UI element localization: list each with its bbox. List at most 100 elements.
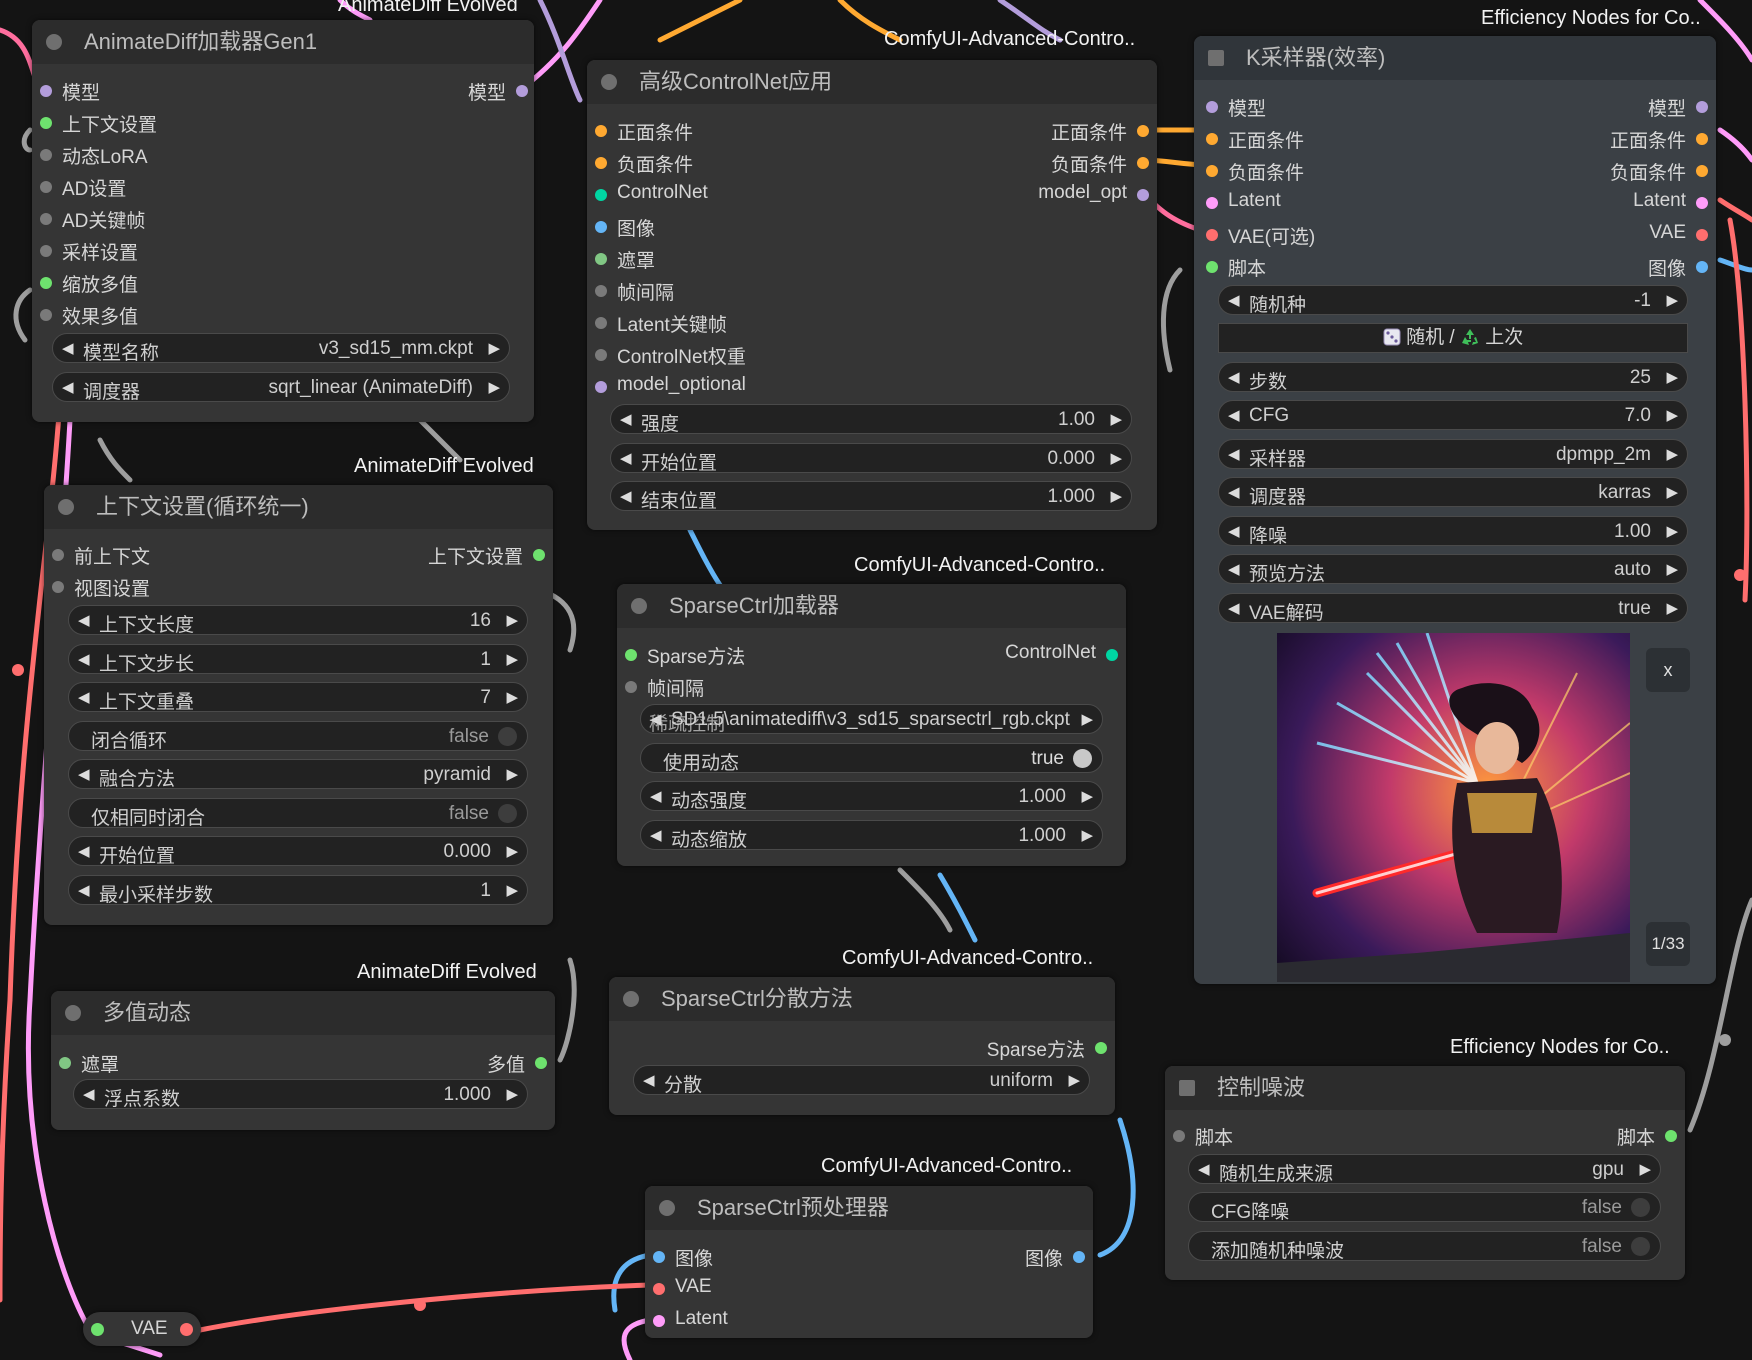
arrow-left-icon[interactable]: ◀	[620, 410, 632, 428]
arrow-left-icon[interactable]: ◀	[78, 881, 90, 899]
input-slot-vae[interactable]: VAE	[653, 1276, 712, 1298]
input-slot-scale-multival[interactable]: 缩放多值	[40, 270, 138, 297]
input-slot-cn-weights[interactable]: ControlNet权重	[595, 342, 746, 369]
input-slot-timestep[interactable]: 帧间隔	[625, 674, 704, 701]
output-slot-latent[interactable]: Latent	[1633, 190, 1708, 212]
input-slot-latent[interactable]: Latent	[653, 1308, 728, 1330]
vae-decode-combo[interactable]: ◀ VAE解码 true ▶	[1218, 593, 1688, 624]
cfg-denoise-toggle[interactable]: CFG降噪 false	[1188, 1192, 1661, 1223]
output-slot-model[interactable]: 模型	[1648, 94, 1708, 121]
arrow-left-icon[interactable]: ◀	[650, 787, 662, 805]
context-options-node[interactable]: 上下文设置(循环统一) 前上下文 上下文设置 视图设置 ◀ 上下文长度 16 ▶ ◀ 上…	[44, 485, 553, 925]
output-slot-image[interactable]: 图像	[1025, 1244, 1085, 1271]
arrow-right-icon[interactable]: ▶	[1666, 560, 1678, 578]
motion-strength-field[interactable]: ◀ 动态强度 1.000 ▶	[640, 781, 1103, 812]
arrow-right-icon[interactable]: ▶	[1666, 291, 1678, 309]
input-slot-sample-settings[interactable]: 采样设置	[40, 238, 138, 265]
input-slot-model-optional[interactable]: model_optional	[595, 374, 746, 396]
context-overlap-field[interactable]: ◀ 上下文重叠 7 ▶	[68, 682, 528, 713]
input-slot-prev-context[interactable]: 前上下文	[52, 542, 150, 569]
arrow-right-icon[interactable]: ▶	[1081, 710, 1093, 728]
arrow-right-icon[interactable]: ▶	[1666, 445, 1678, 463]
ksampler-efficient-node[interactable]: K采样器(效率) 模型 模型 正面条件 正面条件 负面条件 负面条件 Laten…	[1194, 36, 1716, 984]
min-steps-field[interactable]: ◀ 最小采样步数 1 ▶	[68, 875, 528, 906]
sync-close-toggle[interactable]: 仅相同时闭合 false	[68, 798, 528, 829]
arrow-left-icon[interactable]: ◀	[650, 826, 662, 844]
collapse-dot-icon[interactable]	[601, 74, 617, 90]
seed-mode-button[interactable]: 随机 / 上次	[1218, 323, 1688, 353]
arrow-right-icon[interactable]: ▶	[1068, 1071, 1080, 1089]
collapse-dot-icon[interactable]	[65, 1005, 81, 1021]
input-slot-positive[interactable]: 正面条件	[1206, 126, 1304, 153]
close-preview-button[interactable]: x	[1646, 648, 1690, 692]
collapse-dot-icon[interactable]	[659, 1200, 675, 1216]
input-slot-effect-multival[interactable]: 效果多值	[40, 302, 138, 329]
output-pin-icon[interactable]	[180, 1323, 193, 1336]
preview-method-combo[interactable]: ◀ 预览方法 auto ▶	[1218, 554, 1688, 585]
arrow-left-icon[interactable]: ◀	[78, 650, 90, 668]
rng-source-combo[interactable]: ◀ 随机生成来源 gpu ▶	[1188, 1154, 1661, 1185]
arrow-right-icon[interactable]: ▶	[1666, 368, 1678, 386]
arrow-right-icon[interactable]: ▶	[1666, 522, 1678, 540]
input-slot-latent[interactable]: Latent	[1206, 190, 1281, 212]
node-title-bar[interactable]: SparseCtrl加载器	[617, 584, 1126, 628]
arrow-left-icon[interactable]: ◀	[78, 611, 90, 629]
arrow-right-icon[interactable]: ▶	[1081, 826, 1093, 844]
preview-image[interactable]	[1277, 633, 1630, 982]
context-stride-field[interactable]: ◀ 上下文步长 1 ▶	[68, 644, 528, 675]
arrow-right-icon[interactable]: ▶	[506, 688, 518, 706]
noise-control-node[interactable]: 控制噪波 脚本 脚本 ◀ 随机生成来源 gpu ▶ CFG降噪 false 添加随机种噪…	[1165, 1066, 1685, 1280]
collapse-dot-icon[interactable]	[58, 499, 74, 515]
sparsectrl-spread-method-node[interactable]: SparseCtrl分散方法 Sparse方法 ◀ 分散 uniform ▶	[609, 977, 1115, 1115]
input-slot-image[interactable]: 图像	[595, 214, 655, 241]
output-slot-positive[interactable]: 正面条件	[1610, 126, 1708, 153]
output-slot-model[interactable]: 模型	[468, 78, 528, 105]
add-seed-noise-toggle[interactable]: 添加随机种噪波 false	[1188, 1231, 1661, 1262]
arrow-left-icon[interactable]: ◀	[1228, 560, 1240, 578]
input-slot-context[interactable]: 上下文设置	[40, 110, 157, 137]
arrow-left-icon[interactable]: ◀	[1228, 599, 1240, 617]
end-percent-field[interactable]: ◀ 结束位置 1.000 ▶	[610, 481, 1132, 512]
context-length-field[interactable]: ◀ 上下文长度 16 ▶	[68, 605, 528, 636]
strength-field[interactable]: ◀ 强度 1.00 ▶	[610, 404, 1132, 435]
sampler-combo[interactable]: ◀ 采样器 dpmpp_2m ▶	[1218, 439, 1688, 470]
arrow-right-icon[interactable]: ▶	[488, 339, 500, 357]
output-slot-context[interactable]: 上下文设置	[428, 542, 545, 569]
collapse-dot-icon[interactable]	[631, 598, 647, 614]
arrow-left-icon[interactable]: ◀	[1228, 368, 1240, 386]
input-slot-model[interactable]: 模型	[1206, 94, 1266, 121]
input-slot-timestep-kf[interactable]: 帧间隔	[595, 278, 674, 305]
collapse-dot-icon[interactable]	[1208, 50, 1224, 66]
denoise-field[interactable]: ◀ 降噪 1.00 ▶	[1218, 516, 1688, 547]
arrow-right-icon[interactable]: ▶	[506, 650, 518, 668]
input-slot-negative[interactable]: 负面条件	[1206, 158, 1304, 185]
output-slot-vae[interactable]: VAE	[1649, 222, 1708, 244]
node-title-bar[interactable]: 高级ControlNet应用	[587, 60, 1157, 104]
arrow-left-icon[interactable]: ◀	[83, 1085, 95, 1103]
motion-scale-field[interactable]: ◀ 动态缩放 1.000 ▶	[640, 820, 1103, 851]
node-title-bar[interactable]: K采样器(效率)	[1194, 36, 1716, 80]
node-title-bar[interactable]: SparseCtrl分散方法	[609, 977, 1115, 1021]
sparsectrl-ckpt-combo[interactable]: ◀ SD1.5\animatediff\v3_sd15_sparsectrl_r…	[640, 704, 1103, 735]
input-pin-icon[interactable]	[91, 1323, 104, 1336]
arrow-right-icon[interactable]: ▶	[1666, 483, 1678, 501]
arrow-right-icon[interactable]: ▶	[1110, 410, 1122, 428]
arrow-right-icon[interactable]: ▶	[506, 765, 518, 783]
collapse-dot-icon[interactable]	[1179, 1080, 1195, 1096]
output-slot-model-opt[interactable]: model_opt	[1038, 182, 1149, 204]
arrow-left-icon[interactable]: ◀	[1228, 445, 1240, 463]
input-slot-motion-lora[interactable]: 动态LoRA	[40, 142, 148, 169]
input-slot-positive[interactable]: 正面条件	[595, 118, 693, 145]
model-name-combo[interactable]: ◀ 模型名称 v3_sd15_mm.ckpt ▶	[52, 333, 510, 364]
arrow-right-icon[interactable]: ▶	[488, 378, 500, 396]
scheduler-combo[interactable]: ◀ 调度器 karras ▶	[1218, 477, 1688, 508]
arrow-right-icon[interactable]: ▶	[506, 611, 518, 629]
input-slot-controlnet[interactable]: ControlNet	[595, 182, 708, 204]
float-value-field[interactable]: ◀ 浮点系数 1.000 ▶	[73, 1079, 528, 1110]
input-slot-script[interactable]: 脚本	[1173, 1123, 1233, 1150]
start-percent-field[interactable]: ◀ 开始位置 0.000 ▶	[610, 443, 1132, 474]
arrow-left-icon[interactable]: ◀	[620, 487, 632, 505]
arrow-right-icon[interactable]: ▶	[506, 842, 518, 860]
arrow-left-icon[interactable]: ◀	[1228, 483, 1240, 501]
arrow-left-icon[interactable]: ◀	[620, 449, 632, 467]
